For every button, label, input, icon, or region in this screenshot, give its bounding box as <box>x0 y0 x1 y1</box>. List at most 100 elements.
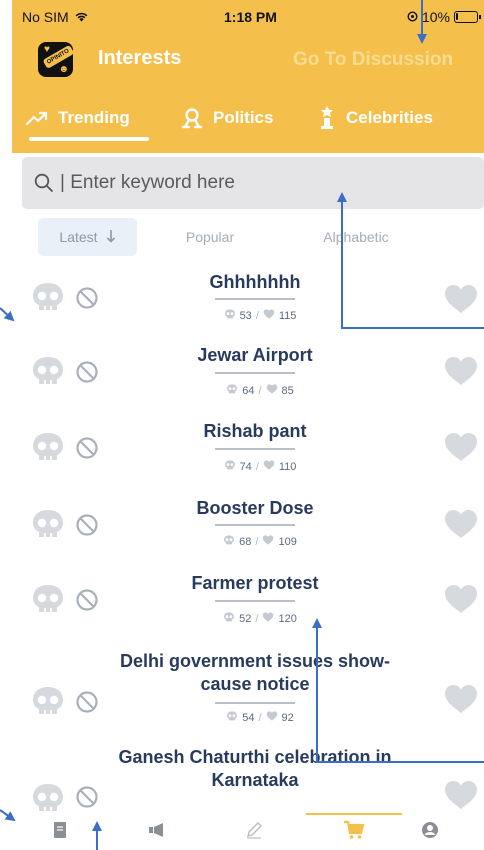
topic-title[interactable]: Delhi government issues show-cause notic… <box>100 650 410 696</box>
battery-percent: 10% <box>421 9 450 25</box>
tab-politics[interactable]: Politics <box>180 98 273 138</box>
sort-latest-button[interactable]: Latest <box>38 218 137 256</box>
bottom-tab-articles[interactable] <box>30 815 90 850</box>
divider <box>215 702 295 704</box>
tab-label: Trending <box>58 108 130 127</box>
like-count: 110 <box>278 460 297 473</box>
divider <box>215 600 295 602</box>
heart-icon[interactable] <box>444 284 478 319</box>
profile-icon <box>421 821 439 844</box>
politics-icon <box>180 107 204 129</box>
app-logo: ♥ OPINITO ☻ <box>38 42 73 77</box>
topic-stats: 74 / 110 <box>205 460 315 473</box>
page-title: Interests <box>98 47 182 69</box>
bottom-tab-profile[interactable] <box>400 815 460 850</box>
block-icon[interactable] <box>75 690 99 719</box>
block-icon[interactable] <box>75 360 99 389</box>
topic-title[interactable]: Rishab pant <box>100 420 410 443</box>
heart-icon[interactable] <box>444 584 478 619</box>
block-icon[interactable] <box>75 286 99 315</box>
heart-icon[interactable] <box>444 509 478 544</box>
sort-popular-button[interactable]: Popular <box>180 218 240 256</box>
divider <box>215 298 295 300</box>
heart-icon <box>262 612 274 625</box>
like-count: 85 <box>281 384 294 397</box>
battery-status: 10% <box>407 9 481 25</box>
tab-label: Politics <box>213 108 274 127</box>
like-count: 115 <box>278 309 297 322</box>
block-icon[interactable] <box>75 513 99 542</box>
alarm-icon <box>407 9 418 25</box>
topic-stats: 64 / 85 <box>205 384 315 397</box>
dislike-count: 64 <box>242 384 255 397</box>
arrow-down-icon <box>106 229 116 246</box>
heart-icon[interactable] <box>444 684 478 719</box>
block-icon[interactable] <box>75 436 99 465</box>
topic-title[interactable]: Jewar Airport <box>100 344 410 367</box>
topic-title[interactable]: Booster Dose <box>100 497 410 520</box>
tab-trending[interactable]: Trending <box>25 98 130 138</box>
clock: 1:18 PM <box>224 9 277 25</box>
tab-label: Celebrities <box>346 108 433 127</box>
heart-icon[interactable] <box>444 780 478 815</box>
skull-icon[interactable] <box>31 356 65 391</box>
topic-title[interactable]: Farmer protest <box>100 572 410 595</box>
search-bar <box>22 157 484 209</box>
active-tab-indicator <box>29 137 149 141</box>
category-tabs: Trending Politics Celebrities <box>12 98 484 138</box>
carrier-status: No SIM <box>22 9 89 25</box>
block-icon[interactable] <box>75 785 99 814</box>
dislike-count: 68 <box>239 535 252 548</box>
skull-icon <box>223 612 235 625</box>
skull-icon <box>226 711 238 724</box>
skull-icon <box>224 460 236 473</box>
block-icon[interactable] <box>75 588 99 617</box>
dislike-count: 74 <box>239 460 252 473</box>
bottom-tab-bar <box>0 815 484 850</box>
heart-icon <box>262 535 274 548</box>
heart-icon[interactable] <box>444 432 478 467</box>
dislike-count: 53 <box>239 309 252 322</box>
divider <box>215 448 295 450</box>
topic-title[interactable]: Ganesh Chaturthi celebration in Karnatak… <box>100 746 410 792</box>
dislike-count: 52 <box>239 612 252 625</box>
status-bar: No SIM 1:18 PM 10% <box>12 0 484 34</box>
megaphone-icon <box>148 822 168 843</box>
skull-icon[interactable] <box>31 584 65 619</box>
topic-list: Ghhhhhhh 53 / 115 Jewar Airport 64 / 85 … <box>0 260 484 815</box>
skull-icon[interactable] <box>31 783 65 815</box>
like-count: 109 <box>278 535 297 548</box>
bottom-tab-shop[interactable] <box>324 815 384 850</box>
battery-fill <box>456 13 458 20</box>
topic-title[interactable]: Ghhhhhhh <box>100 271 410 294</box>
document-icon <box>53 821 67 844</box>
sort-latest-label: Latest <box>59 229 98 245</box>
celebrities-icon <box>317 105 337 131</box>
bottom-tab-announcements[interactable] <box>128 815 188 850</box>
go-to-discussion-link[interactable]: Go To Discussion <box>293 49 453 71</box>
search-icon <box>34 173 54 193</box>
carrier-label: No SIM <box>22 9 69 25</box>
like-count: 120 <box>278 612 297 625</box>
skull-icon[interactable] <box>31 686 65 721</box>
dislike-count: 54 <box>242 711 255 724</box>
logo-skull-icon: ☻ <box>58 64 69 75</box>
tab-celebrities[interactable]: Celebrities <box>317 98 433 138</box>
skull-icon[interactable] <box>31 509 65 544</box>
skull-icon <box>223 535 235 548</box>
battery-icon <box>454 11 481 23</box>
heart-icon <box>266 384 278 397</box>
search-input[interactable] <box>60 172 440 194</box>
skull-icon[interactable] <box>31 432 65 467</box>
pencil-icon <box>244 820 264 845</box>
skull-icon[interactable] <box>31 282 65 317</box>
topic-stats: 54 / 92 <box>205 711 315 724</box>
bottom-tab-write[interactable] <box>224 815 284 850</box>
skull-icon <box>226 384 238 397</box>
wifi-icon <box>74 9 89 25</box>
topic-stats: 53 / 115 <box>205 309 315 322</box>
heart-icon <box>263 309 275 322</box>
sort-alphabetic-button[interactable]: Alphabetic <box>316 218 396 256</box>
cart-icon <box>343 820 365 845</box>
heart-icon[interactable] <box>444 356 478 391</box>
